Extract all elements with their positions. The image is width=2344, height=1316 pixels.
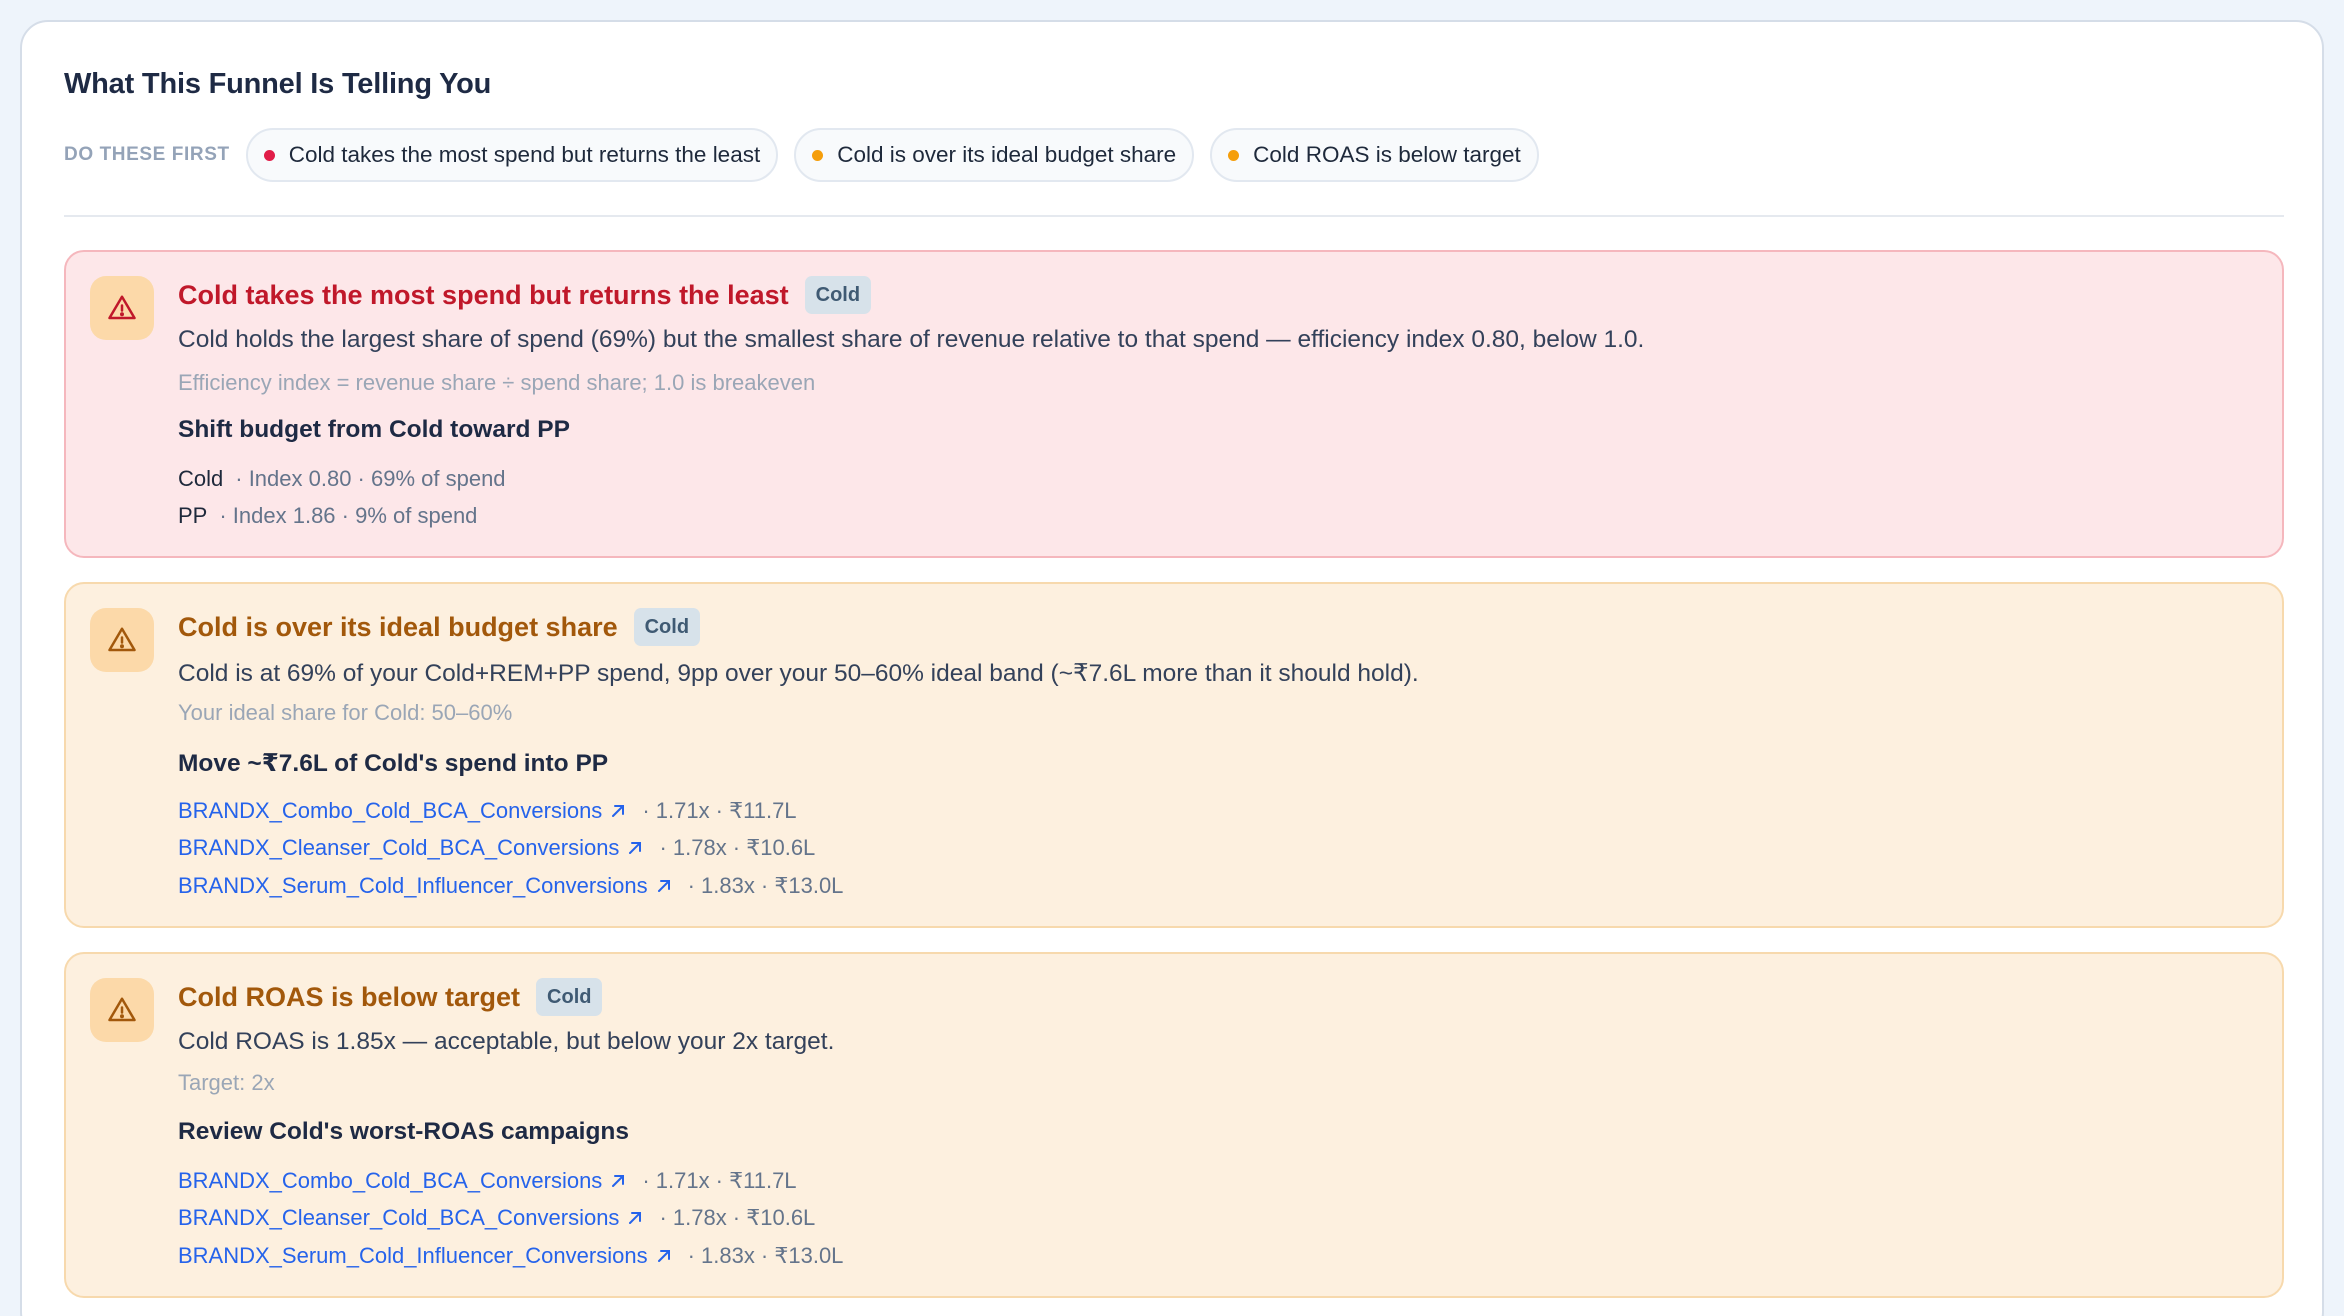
segment-tag: Cold: [536, 978, 603, 1016]
card-description: Cold holds the largest share of spend (6…: [178, 326, 1645, 353]
list-item: Cold · Index 0.80 · 69% of spend: [178, 460, 506, 498]
card-note: Efficiency index = revenue share ÷ spend…: [178, 370, 816, 395]
campaign-meta: · 1.71x · ₹11.7L: [642, 797, 797, 823]
card-action: Review Cold's worst-ROAS campaigns: [178, 1118, 630, 1145]
divider: [64, 215, 2284, 217]
segment-name: Cold: [178, 465, 224, 491]
priority-chip[interactable]: Cold ROAS is below target: [1210, 128, 1539, 182]
campaign-name: BRANDX_Combo_Cold_BCA_Conversions: [178, 797, 603, 823]
card-note: Target: 2x: [178, 1070, 275, 1095]
card-header: Cold ROAS is below target Cold: [178, 976, 603, 1018]
segment-name: PP: [178, 503, 208, 529]
external-link-icon: [657, 879, 670, 892]
segment-list: Cold · Index 0.80 · 69% of spend PP · In…: [178, 460, 506, 535]
severity-dot: [812, 149, 824, 161]
warning-icon: [90, 608, 154, 672]
segment-tag: Cold: [633, 608, 701, 646]
list-item: BRANDX_Serum_Cold_Influencer_Conversions…: [178, 1237, 843, 1275]
insights-panel: What This Funnel Is Telling You DO THESE…: [20, 20, 2324, 1316]
campaign-link[interactable]: BRANDX_Combo_Cold_BCA_Conversions: [178, 1168, 626, 1194]
list-item: PP · Index 1.86 · 9% of spend: [178, 498, 506, 536]
card-header: Cold takes the most spend but returns th…: [178, 274, 872, 316]
campaign-link[interactable]: BRANDX_Serum_Cold_Influencer_Conversions: [178, 1243, 672, 1269]
campaign-meta: · 1.83x · ₹13.0L: [687, 872, 844, 898]
campaign-link[interactable]: BRANDX_Combo_Cold_BCA_Conversions: [178, 798, 626, 824]
warning-icon: [90, 276, 154, 340]
card-title: Cold ROAS is below target: [178, 981, 521, 1012]
card-header: Cold is over its ideal budget share Cold: [178, 606, 701, 648]
list-item: BRANDX_Combo_Cold_BCA_Conversions · 1.71…: [178, 792, 843, 830]
card-description: Cold ROAS is 1.85x — acceptable, but bel…: [178, 1028, 835, 1055]
card-action: Shift budget from Cold toward PP: [178, 416, 570, 443]
segment-tag: Cold: [804, 276, 872, 314]
priority-chip[interactable]: Cold is over its ideal budget share: [794, 128, 1195, 182]
external-link-icon: [629, 1212, 642, 1225]
campaign-meta: · 1.83x · ₹13.0L: [687, 1242, 844, 1268]
list-item: BRANDX_Cleanser_Cold_BCA_Conversions · 1…: [178, 830, 843, 868]
insight-card: Cold takes the most spend but returns th…: [64, 250, 2284, 558]
insight-card: Cold is over its ideal budget share Cold…: [64, 582, 2284, 928]
campaign-list: BRANDX_Combo_Cold_BCA_Conversions · 1.71…: [178, 792, 843, 905]
priority-chips: DO THESE FIRST Cold takes the most spend…: [64, 128, 1555, 182]
priority-label: DO THESE FIRST: [64, 144, 230, 165]
insight-card: Cold ROAS is below target Cold Cold ROAS…: [64, 952, 2284, 1298]
external-link-icon: [612, 1174, 625, 1187]
chip-label: Cold is over its ideal budget share: [837, 142, 1177, 167]
segment-meta: · Index 1.86 · 9% of spend: [219, 503, 478, 529]
card-title: Cold is over its ideal budget share: [178, 611, 618, 642]
card-note: Your ideal share for Cold: 50–60%: [178, 700, 513, 725]
card-action: Move ~₹7.6L of Cold's spend into PP: [178, 750, 609, 777]
campaign-link[interactable]: BRANDX_Cleanser_Cold_BCA_Conversions: [178, 835, 643, 861]
external-link-icon: [629, 842, 642, 855]
priority-chip[interactable]: Cold takes the most spend but returns th…: [245, 128, 779, 182]
campaign-meta: · 1.71x · ₹11.7L: [642, 1167, 797, 1193]
chip-label: Cold takes the most spend but returns th…: [288, 142, 761, 167]
warning-icon: [90, 978, 154, 1042]
external-link-icon: [612, 804, 625, 817]
campaign-link[interactable]: BRANDX_Serum_Cold_Influencer_Conversions: [178, 873, 672, 899]
campaign-list: BRANDX_Combo_Cold_BCA_Conversions · 1.71…: [178, 1162, 843, 1275]
campaign-name: BRANDX_Serum_Cold_Influencer_Conversions: [178, 872, 648, 898]
card-title: Cold takes the most spend but returns th…: [178, 279, 789, 310]
campaign-meta: · 1.78x · ₹10.6L: [659, 1205, 816, 1231]
campaign-name: BRANDX_Cleanser_Cold_BCA_Conversions: [178, 1205, 620, 1231]
campaign-link[interactable]: BRANDX_Cleanser_Cold_BCA_Conversions: [178, 1205, 643, 1231]
segment-meta: · Index 0.80 · 69% of spend: [235, 465, 506, 491]
external-link-icon: [657, 1249, 670, 1262]
list-item: BRANDX_Cleanser_Cold_BCA_Conversions · 1…: [178, 1200, 843, 1238]
campaign-meta: · 1.78x · ₹10.6L: [659, 835, 816, 861]
campaign-name: BRANDX_Serum_Cold_Influencer_Conversions: [178, 1242, 648, 1268]
list-item: BRANDX_Serum_Cold_Influencer_Conversions…: [178, 867, 843, 905]
card-description: Cold is at 69% of your Cold+REM+PP spend…: [178, 660, 1419, 687]
panel-title: What This Funnel Is Telling You: [64, 68, 492, 100]
severity-dot: [1228, 149, 1240, 161]
campaign-name: BRANDX_Cleanser_Cold_BCA_Conversions: [178, 835, 620, 861]
chip-label: Cold ROAS is below target: [1253, 142, 1521, 167]
list-item: BRANDX_Combo_Cold_BCA_Conversions · 1.71…: [178, 1162, 843, 1200]
severity-dot: [263, 149, 275, 161]
campaign-name: BRANDX_Combo_Cold_BCA_Conversions: [178, 1167, 603, 1193]
